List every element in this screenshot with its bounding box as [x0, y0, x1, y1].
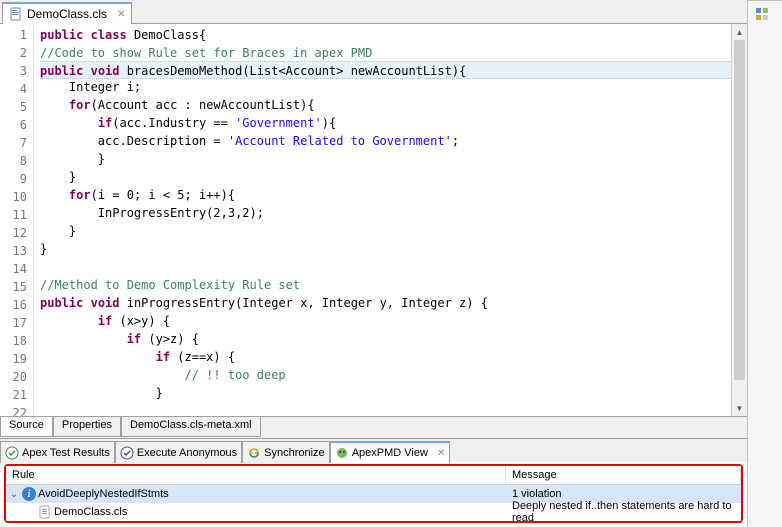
editor-tab-label: DemoClass.cls: [27, 7, 107, 21]
line-number: 21: [0, 386, 27, 404]
editor-tab-democlass[interactable]: DemoClass.cls ✕: [2, 2, 132, 24]
code-line[interactable]: public void inProgressEntry(Integer x, I…: [40, 294, 731, 312]
panel-tab-apexpmd-view[interactable]: ApexPMD View✕: [330, 441, 451, 463]
line-number: 4: [0, 80, 27, 98]
scroll-up-icon[interactable]: ▲: [732, 24, 747, 40]
line-number: 12: [0, 224, 27, 242]
vertical-scrollbar[interactable]: ▲ ▼: [731, 24, 747, 416]
code-line[interactable]: if (y>z) {: [40, 330, 731, 348]
line-number: 17: [0, 314, 27, 332]
line-number: 7: [0, 134, 27, 152]
apex-file-icon: [9, 7, 23, 21]
line-number: 19: [0, 350, 27, 368]
line-gutter: 12345678910111213141516171819202122: [0, 24, 34, 416]
panel-tab-apex-test-results[interactable]: Apex Test Results: [0, 441, 115, 463]
panel-tab-synchronize[interactable]: Synchronize: [242, 441, 330, 463]
code-line[interactable]: for(i = 0; i < 5; i++){: [40, 186, 731, 204]
line-number: 3: [0, 62, 27, 80]
code-line[interactable]: Integer i;: [40, 78, 731, 96]
panel-tab-execute-anonymous[interactable]: Execute Anonymous: [115, 441, 242, 463]
panel-tab-bar: Apex Test ResultsExecute AnonymousSynchr…: [0, 438, 747, 462]
sync-icon: [247, 446, 261, 460]
line-number: 6: [0, 116, 27, 134]
right-toolbar: [748, 0, 782, 527]
terminal-icon: [120, 446, 134, 460]
line-number: 20: [0, 368, 27, 386]
line-number: 8: [0, 152, 27, 170]
outline-icon[interactable]: [755, 5, 775, 25]
line-number: 1: [0, 26, 27, 44]
code-line[interactable]: }: [40, 240, 731, 258]
line-number: 9: [0, 170, 27, 188]
close-icon[interactable]: ✕: [437, 448, 445, 459]
code-editor[interactable]: 12345678910111213141516171819202122 publ…: [0, 24, 747, 416]
violation-item-row[interactable]: DemoClass.clsDeeply nested if..then stat…: [6, 503, 741, 521]
editor-bottom-tabs: SourcePropertiesDemoClass.cls-meta.xml: [0, 416, 747, 438]
pmd-icon: [335, 446, 349, 460]
editor-tab-bar: DemoClass.cls ✕: [0, 0, 747, 24]
code-line[interactable]: }: [40, 150, 731, 168]
code-line[interactable]: //Method to Demo Complexity Rule set: [40, 276, 731, 294]
violations-panel: Rule Message ⌄i AvoidDeeplyNestedIfStmts…: [4, 464, 743, 523]
code-line[interactable]: //Code to show Rule set for Braces in ap…: [40, 44, 731, 62]
line-number: 5: [0, 98, 27, 116]
line-number: 11: [0, 206, 27, 224]
scroll-thumb[interactable]: [734, 40, 745, 380]
file-icon: [38, 505, 52, 519]
line-number: 10: [0, 188, 27, 206]
code-line[interactable]: }: [40, 384, 731, 402]
line-number: 14: [0, 260, 27, 278]
code-line[interactable]: if (z==x) {: [40, 348, 731, 366]
info-icon: i: [22, 487, 36, 501]
code-line[interactable]: }: [40, 168, 731, 186]
line-number: 13: [0, 242, 27, 260]
code-line[interactable]: [40, 258, 731, 276]
col-header-message[interactable]: Message: [506, 466, 741, 484]
expand-icon[interactable]: ⌄: [8, 489, 20, 500]
line-number: 16: [0, 296, 27, 314]
code-line[interactable]: acc.Description = 'Account Related to Go…: [40, 132, 731, 150]
line-number: 15: [0, 278, 27, 296]
code-line[interactable]: if (x>y) {: [40, 312, 731, 330]
code-area[interactable]: public class DemoClass{//Code to show Ru…: [34, 24, 731, 416]
violations-body: ⌄i AvoidDeeplyNestedIfStmts1 violation D…: [6, 485, 741, 521]
code-line[interactable]: InProgressEntry(2,3,2);: [40, 204, 731, 222]
editor-bottom-tab-democlass-cls-meta-xml[interactable]: DemoClass.cls-meta.xml: [121, 417, 261, 437]
col-header-rule[interactable]: Rule: [6, 466, 506, 484]
code-line[interactable]: // !! too deep: [40, 366, 731, 384]
editor-bottom-tab-source[interactable]: Source: [0, 417, 53, 437]
line-number: 22: [0, 404, 27, 416]
code-line[interactable]: }: [40, 222, 731, 240]
close-icon[interactable]: ✕: [117, 9, 125, 20]
line-number: 2: [0, 44, 27, 62]
code-line[interactable]: public void bracesDemoMethod(List<Accoun…: [40, 61, 731, 79]
code-line[interactable]: if(acc.Industry == 'Government'){: [40, 114, 731, 132]
code-line[interactable]: }: [40, 402, 731, 416]
code-line[interactable]: for(Account acc : newAccountList){: [40, 96, 731, 114]
violations-header: Rule Message: [6, 466, 741, 485]
check-icon: [5, 446, 19, 460]
editor-bottom-tab-properties[interactable]: Properties: [53, 417, 121, 437]
scroll-down-icon[interactable]: ▼: [732, 400, 747, 416]
code-line[interactable]: public class DemoClass{: [40, 26, 731, 44]
line-number: 18: [0, 332, 27, 350]
